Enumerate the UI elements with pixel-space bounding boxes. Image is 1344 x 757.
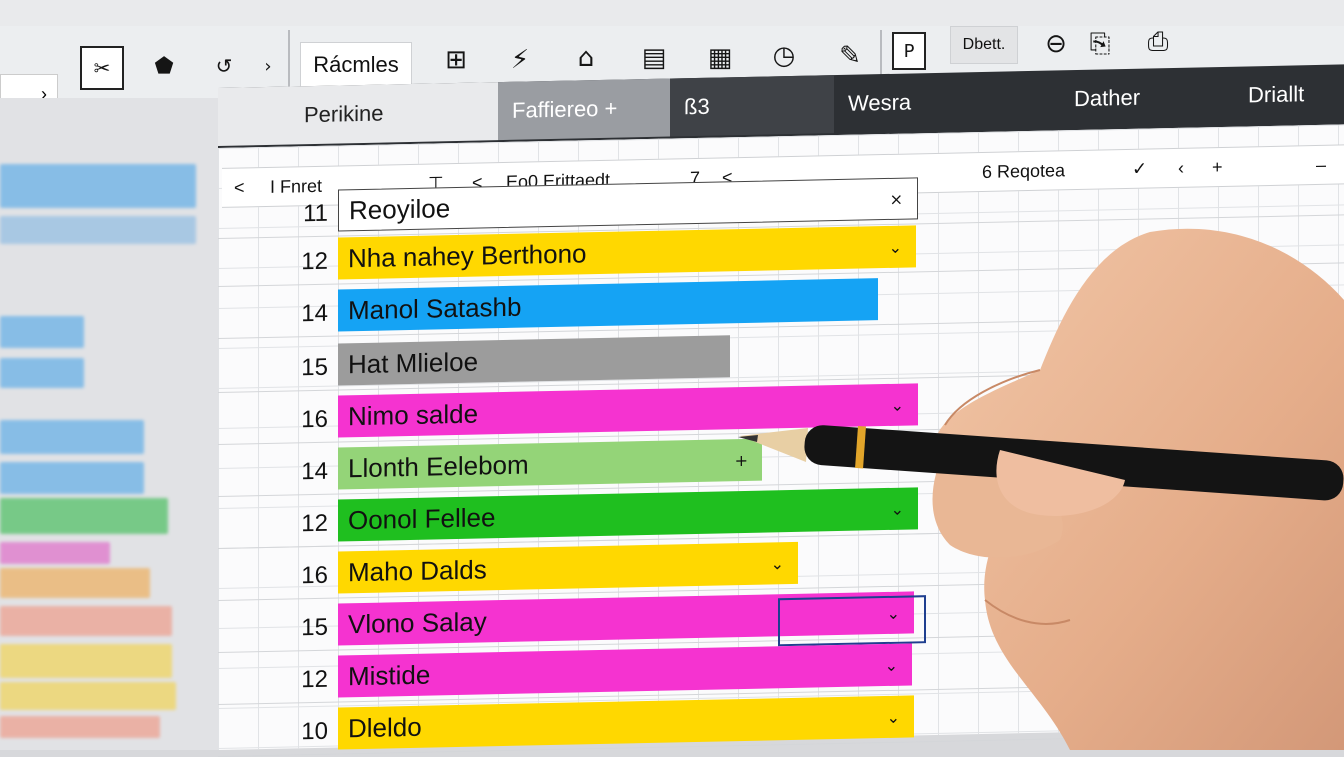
table-row[interactable]: Dleldo ⌄ xyxy=(338,695,914,750)
table-row[interactable]: Llonth Eelebom + xyxy=(338,438,762,490)
chevron-down-icon[interactable]: ⌄ xyxy=(771,554,784,573)
row-number[interactable]: 12 xyxy=(278,248,328,277)
clock-icon[interactable]: ◷ xyxy=(764,36,804,76)
table-row[interactable]: Nimo salde ⌄ xyxy=(338,383,918,438)
row-number[interactable]: 12 xyxy=(278,510,328,539)
row-label: Dleldo xyxy=(348,711,422,743)
confirm-icon[interactable]: ✓ xyxy=(1132,159,1147,180)
chevron-down-icon[interactable]: ⌄ xyxy=(885,655,898,674)
table-row[interactable]: Oonol Fellee ⌄ xyxy=(338,487,918,542)
cancel-icon[interactable]: ‹ xyxy=(1178,158,1184,179)
row-label: Llonth Eelebom xyxy=(348,448,529,483)
row-label: Maho Dalds xyxy=(348,553,487,587)
replace-field[interactable]: 6 Reqotea xyxy=(982,160,1065,183)
grid-icon[interactable]: ▦ xyxy=(700,38,740,78)
row-number[interactable]: 15 xyxy=(278,614,328,643)
add-icon[interactable]: + xyxy=(1212,157,1223,178)
row-label: Manol Satashb xyxy=(348,291,522,325)
row-number[interactable]: 12 xyxy=(278,666,328,695)
close-icon[interactable]: × xyxy=(890,189,903,208)
row-number[interactable]: 14 xyxy=(278,458,328,487)
shape-icon[interactable]: ⬟ xyxy=(146,48,182,84)
clipboard-icon[interactable]: ⎙ xyxy=(1140,24,1176,60)
home-icon[interactable]: ⌂ xyxy=(566,38,606,78)
row-number[interactable]: 10 xyxy=(278,718,328,747)
nav-left-button[interactable]: < xyxy=(234,177,245,198)
table-row[interactable]: Mistide ⌄ xyxy=(338,643,912,698)
add-icon[interactable]: + xyxy=(735,450,748,469)
tab-driallt[interactable]: Driallt xyxy=(1234,64,1344,124)
row-number[interactable]: 16 xyxy=(278,562,328,591)
chevron-down-icon[interactable]: ⌄ xyxy=(891,395,904,414)
styles-button[interactable]: Rácmles xyxy=(300,42,412,88)
tab-wesra[interactable]: Wesra xyxy=(834,70,1060,133)
tab-dather[interactable]: Dather xyxy=(1060,67,1234,129)
print-icon[interactable]: P xyxy=(892,32,926,70)
row-number[interactable]: 11 xyxy=(278,200,328,229)
minus-icon[interactable]: – xyxy=(1316,155,1326,176)
row-number[interactable]: 16 xyxy=(278,406,328,435)
paste-icon[interactable]: ⎘ xyxy=(1082,26,1118,62)
tab-b3[interactable]: ß3 xyxy=(670,75,834,137)
row-label: Nimo salde xyxy=(348,398,479,431)
paint-icon[interactable]: ✎ xyxy=(830,36,870,76)
left-sidebar xyxy=(0,98,218,750)
chevron-down-icon[interactable]: ⌄ xyxy=(887,707,900,726)
row-label: Nha nahey Berthono xyxy=(348,237,587,273)
spreadsheet-grid[interactable]: < I Fnret ⊤ < Eo0 Erittaedt 7 < 6 Reqote… xyxy=(218,124,1344,757)
row-label: Oonol Fellee xyxy=(348,501,496,535)
chevron-right-icon[interactable]: › xyxy=(256,48,280,84)
row-label: Hat Mlieloe xyxy=(348,346,479,379)
clock-icon[interactable]: ⊖ xyxy=(1038,26,1074,62)
cell-reference[interactable]: I Fnret xyxy=(270,176,322,198)
row-label: Reoyiloe xyxy=(349,192,451,225)
redo-icon[interactable]: ↺ xyxy=(206,48,242,84)
chevron-down-icon[interactable]: ⌄ xyxy=(889,237,902,256)
row-number[interactable]: 14 xyxy=(278,300,328,329)
card-icon[interactable]: ▤ xyxy=(634,38,674,78)
table-row[interactable]: Maho Dalds ⌄ xyxy=(338,541,798,594)
tab-faffiereo[interactable]: Faffiereo + xyxy=(498,78,670,141)
table-row[interactable]: Hat Mlieloe xyxy=(338,335,730,386)
tab-perikine[interactable]: Perikine xyxy=(218,82,498,146)
chevron-down-icon[interactable]: ⌄ xyxy=(891,499,904,518)
lightning-icon[interactable]: ⚡ xyxy=(500,40,540,80)
table-icon[interactable]: ⊞ xyxy=(436,40,476,80)
cross-arrows-icon[interactable]: ✂ xyxy=(80,46,124,90)
format-button[interactable]: Dbett. xyxy=(950,26,1018,64)
row-number[interactable]: 15 xyxy=(278,354,328,383)
row-label: Vlono Salay xyxy=(348,605,487,639)
selected-cell-outline[interactable] xyxy=(778,595,926,647)
row-label: Mistide xyxy=(348,659,431,691)
table-row[interactable]: Manol Satashb xyxy=(338,278,878,332)
